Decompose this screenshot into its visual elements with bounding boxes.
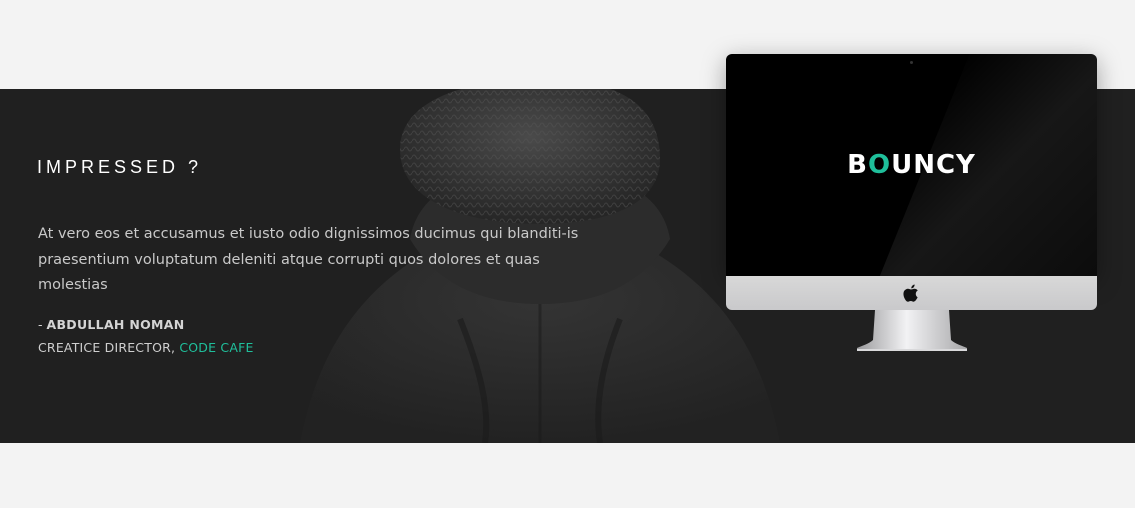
- page: IMPRESSED ? At vero eos et accusamus et …: [0, 0, 1135, 508]
- bouncy-logo: BOUNCY: [726, 150, 1097, 180]
- logo-letter-o: O: [867, 150, 892, 180]
- testimonial-author: - ABDULLAH NOMAN: [38, 317, 185, 332]
- apple-logo-icon: [903, 284, 918, 302]
- imac-screen: BOUNCY: [726, 54, 1097, 276]
- testimonial-quote: At vero eos et accusamus et iusto odio d…: [38, 226, 579, 293]
- section-heading: IMPRESSED ?: [37, 157, 203, 177]
- author-role: CREATICE DIRECTOR, CODE CAFE: [38, 340, 254, 355]
- logo-letter-b: B: [847, 150, 868, 180]
- imac-chin: [726, 276, 1097, 310]
- author-name: ABDULLAH NOMAN: [46, 317, 185, 332]
- role-title: CREATICE DIRECTOR,: [38, 340, 180, 355]
- logo-letters-rest: UNCY: [891, 150, 976, 180]
- camera-dot: [910, 61, 913, 64]
- imac-stand: [857, 310, 967, 351]
- company-link[interactable]: CODE CAFE: [179, 340, 253, 355]
- imac-mockup: BOUNCY: [726, 54, 1097, 354]
